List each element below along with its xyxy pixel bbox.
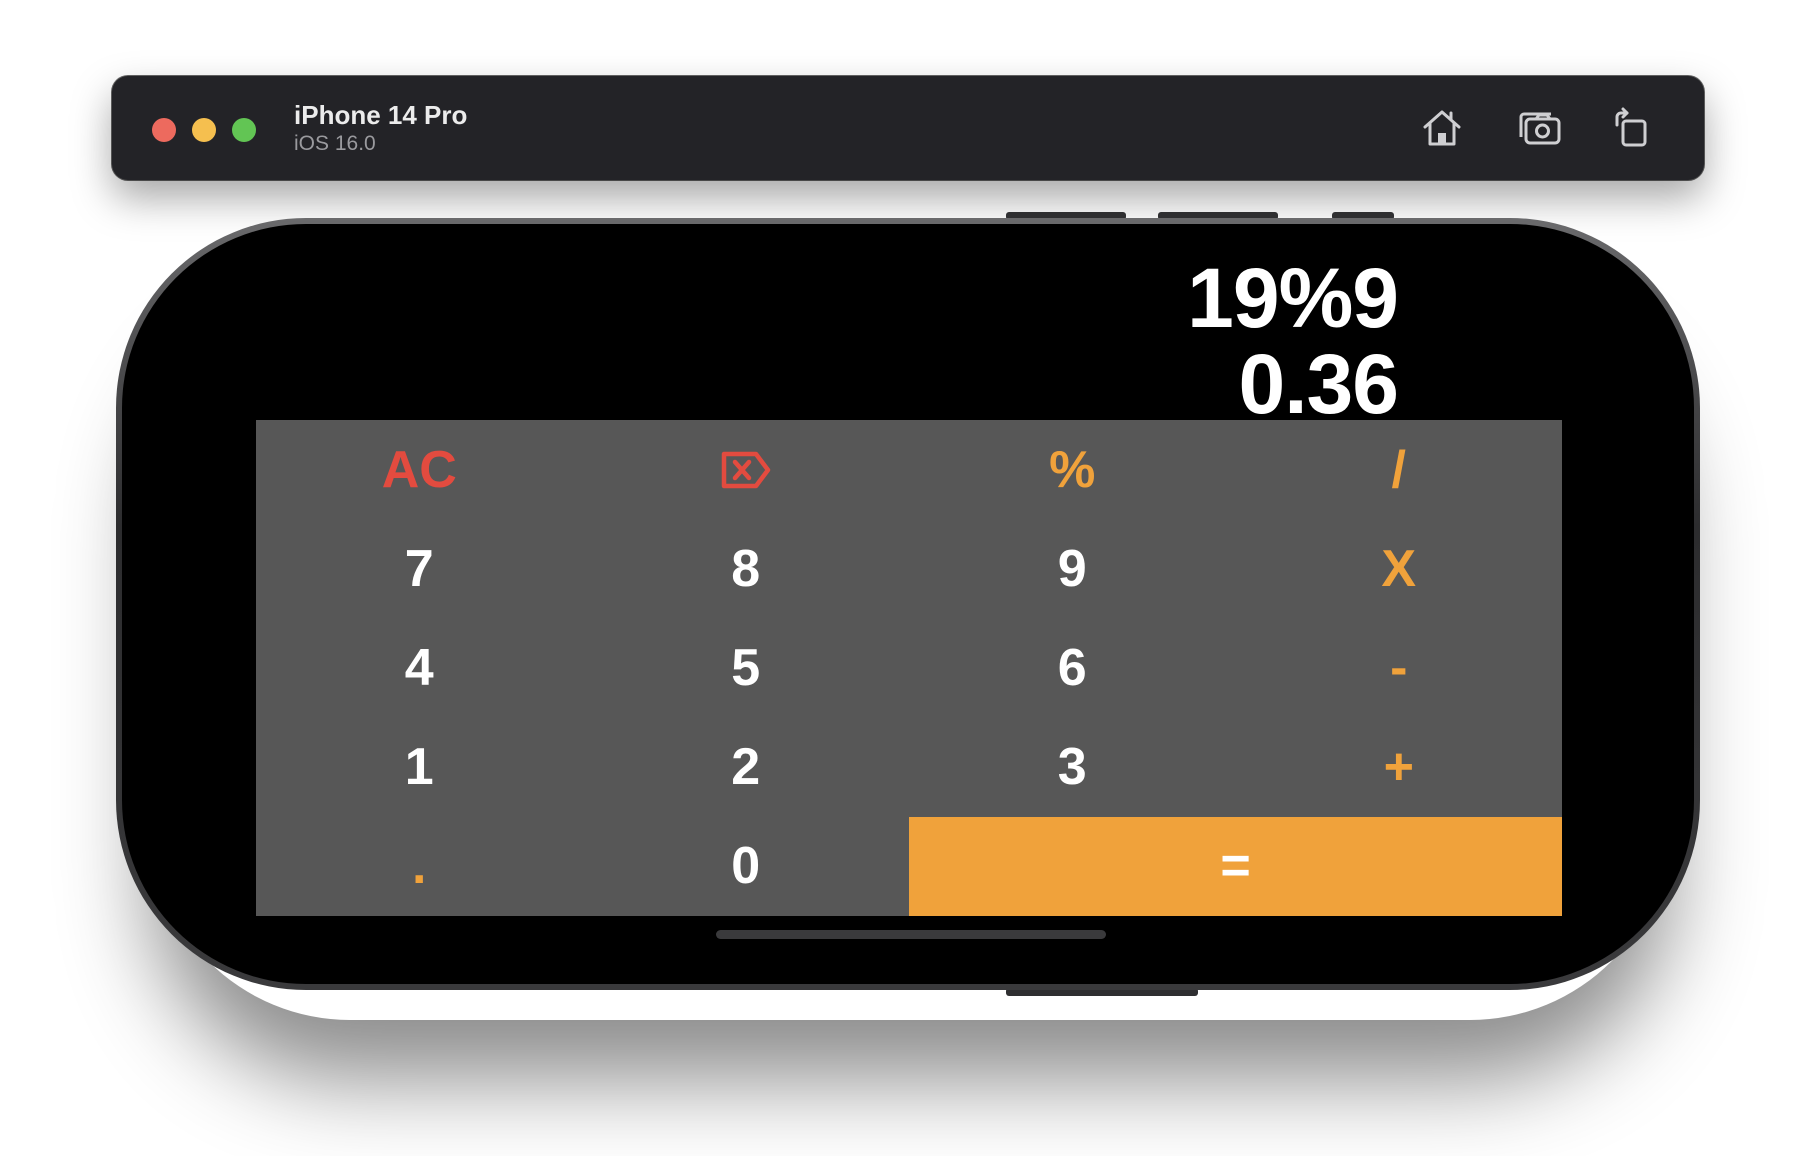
minimize-window-button[interactable] [192, 118, 216, 142]
digit-9-button[interactable]: 9 [909, 519, 1236, 618]
rotate-button[interactable] [1606, 104, 1654, 152]
screenshot-icon [1519, 112, 1561, 145]
backspace-button[interactable] [583, 420, 910, 519]
digit-1-button[interactable]: 1 [256, 718, 583, 817]
device-name: iPhone 14 Pro [294, 100, 468, 130]
device-os-version: iOS 16.0 [294, 132, 376, 155]
add-button[interactable]: + [1236, 718, 1563, 817]
digit-6-button[interactable]: 6 [909, 618, 1236, 717]
expression-display: 19%9 [1187, 251, 1399, 345]
backspace-icon [721, 451, 770, 488]
digit-0-button[interactable]: 0 [583, 817, 910, 916]
subtract-button[interactable]: - [1236, 618, 1563, 717]
digit-8-button[interactable]: 8 [583, 519, 910, 618]
digit-4-button[interactable]: 4 [256, 618, 583, 717]
close-window-button[interactable] [152, 118, 176, 142]
home-button[interactable] [1418, 104, 1466, 152]
simulator-stage: iPhone 14 Pro iOS 16.0 19%9 0.36 AC % / … [0, 0, 1816, 1156]
result-display: 0.36 [1238, 337, 1399, 431]
multiply-button[interactable]: X [1236, 519, 1563, 618]
decimal-button[interactable]: . [256, 817, 583, 916]
screenshot-button[interactable] [1516, 104, 1564, 152]
equals-button[interactable]: = [909, 816, 1562, 916]
digit-7-button[interactable]: 7 [256, 519, 583, 618]
home-icon [1423, 110, 1461, 146]
maximize-window-button[interactable] [232, 118, 256, 142]
digit-3-button[interactable]: 3 [909, 718, 1236, 817]
rotate-icon [1615, 107, 1647, 147]
percent-button[interactable]: % [909, 420, 1236, 519]
clear-button[interactable]: AC [256, 420, 583, 519]
digit-5-button[interactable]: 5 [583, 618, 910, 717]
calculator-keypad: AC % / 7 8 9 X 4 5 6 - 1 2 3 + . 0 = [256, 420, 1562, 916]
digit-2-button[interactable]: 2 [583, 718, 910, 817]
divide-button[interactable]: / [1236, 420, 1563, 519]
simulator-titlebar: iPhone 14 Pro iOS 16.0 [112, 76, 1704, 180]
home-indicator [716, 930, 1106, 939]
phone-screen: 19%9 0.36 AC % / 7 8 9 X 4 5 6 - 1 2 3 + [122, 224, 1694, 984]
